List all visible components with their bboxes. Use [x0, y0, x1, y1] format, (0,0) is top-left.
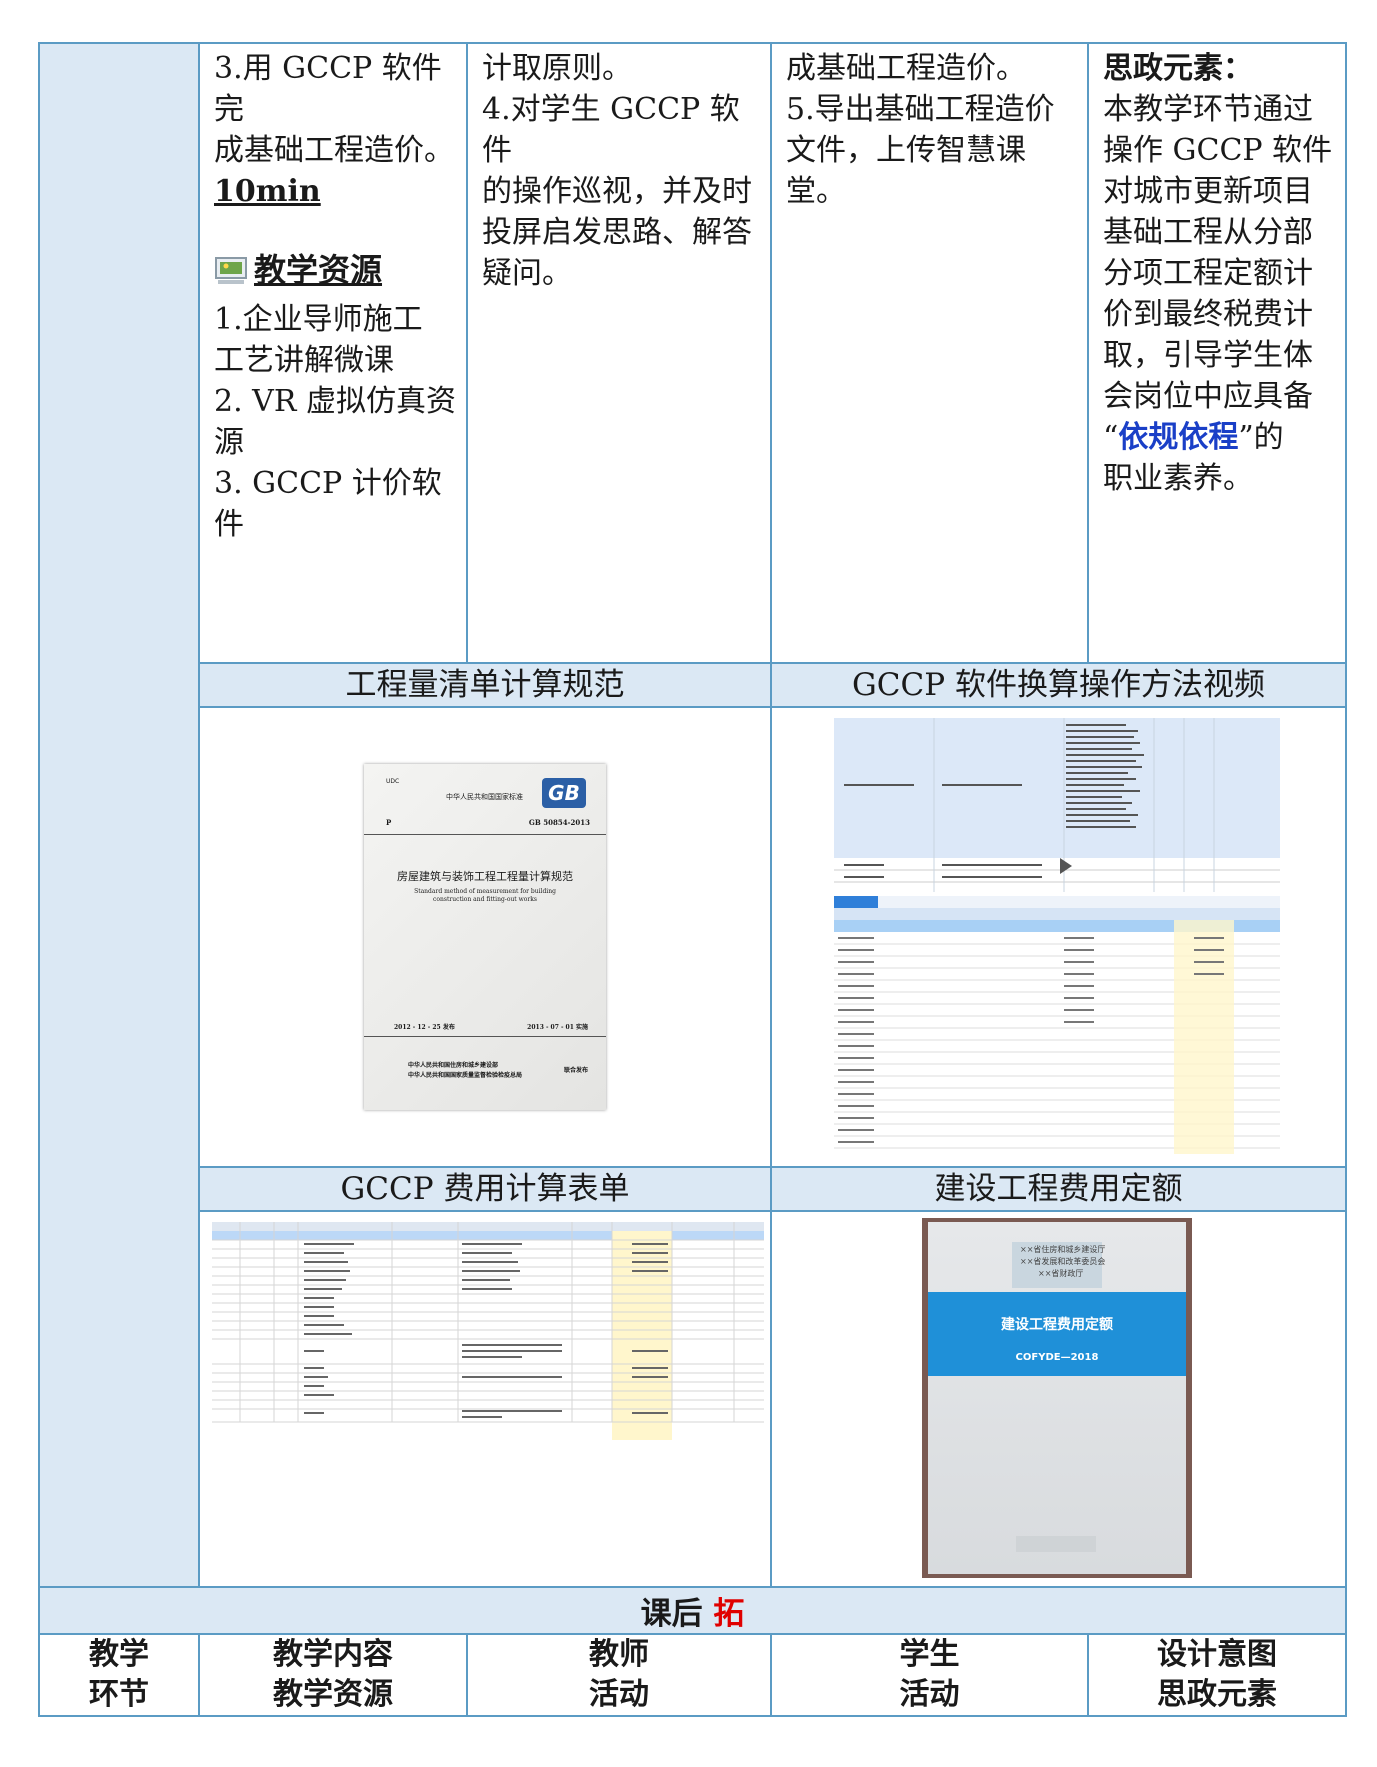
joint-release: 联合发布 — [563, 1067, 588, 1074]
content-cell: 3.用 GCCP 软件完 成基础工程造价。 10min 教学资源 1.企业导师施… — [198, 42, 468, 664]
quota-issuer-2: ××省发展和改革委员会 — [1020, 1257, 1106, 1266]
teacher-line: 疑问。 — [482, 256, 572, 291]
teacher-line: 计取原则。 — [482, 51, 632, 86]
lesson-plan-table: 3.用 GCCP 软件完 成基础工程造价。 10min 教学资源 1.企业导师施… — [38, 42, 1347, 1717]
implement-date: 2013 - 07 - 01 实施 — [527, 1024, 588, 1031]
student-line: 5.导出基础工程造价 — [786, 92, 1055, 127]
resource-line: 源 — [214, 425, 244, 460]
student-activity-cell: 成基础工程造价。 5.导出基础工程造价 文件，上传智慧课堂。 — [770, 42, 1089, 664]
gb-logo: GB — [542, 778, 586, 808]
standard-en1: Standard method of measurement for build… — [414, 888, 556, 895]
issuer-1: 中华人民共和国住房和城乡建设部 — [408, 1062, 499, 1069]
duration: 10min — [214, 174, 321, 209]
teacher-line: 投屏启发思路、解答 — [482, 215, 752, 250]
student-line: 成基础工程造价。 — [786, 51, 1026, 86]
design-line: 本教学环节通过 — [1103, 92, 1313, 127]
standard-org: 中华人民共和国国家标准 — [446, 793, 523, 801]
fee-table-image-cell — [198, 1210, 772, 1588]
caption-fee-quota: 建设工程费用定额 — [770, 1166, 1347, 1212]
design-line: 会岗位中应具备 — [1103, 379, 1313, 414]
publish-date: 2012 - 12 - 25 发布 — [394, 1024, 455, 1031]
design-line: 分项工程定额计 — [1103, 256, 1313, 291]
header-content: 教学内容 教学资源 — [198, 1633, 468, 1717]
gccp-software-screenshot — [834, 718, 1280, 1154]
udc-label: UDC — [386, 778, 400, 785]
design-intent-cell: 思政元素： 本教学环节通过 操作 GCCP 软件 对城市更新项目 基础工程从分部… — [1087, 42, 1347, 664]
standard-image-cell: UDC GB 中华人民共和国国家标准 P GB 50854-2013 房屋建筑与… — [198, 706, 772, 1168]
quota-issuer-1: ××省住房和城乡建设厅 — [1020, 1245, 1106, 1254]
header-student: 学生 活动 — [770, 1633, 1089, 1717]
design-line: 取，引导学生体 — [1103, 338, 1313, 373]
resource-icon — [215, 256, 247, 284]
resource-title: 教学资源 — [254, 251, 383, 289]
standard-p: P — [386, 818, 392, 827]
resource-heading: 教学资源 — [214, 250, 456, 291]
fee-quota-book-cover: ××省住房和城乡建设厅 ××省发展和改革委员会 ××省财政厅 建设工程费用定额 … — [922, 1218, 1192, 1578]
content-line: 3.用 GCCP 软件完 — [214, 51, 442, 127]
header-stage: 教学 环节 — [38, 1633, 200, 1717]
caption-video: GCCP 软件换算操作方法视频 — [770, 662, 1347, 708]
teacher-activity-cell: 计取原则。 4.对学生 GCCP 软件 的操作巡视，并及时 投屏启发思路、解答 … — [466, 42, 772, 664]
design-line: 对城市更新项目 — [1103, 174, 1313, 209]
header-teacher: 教师 活动 — [466, 1633, 772, 1717]
gccp-fee-table-screenshot — [212, 1222, 764, 1440]
standard-title: 房屋建筑与装饰工程工程量计算规范 — [397, 870, 573, 883]
teacher-line: 的操作巡视，并及时 — [482, 174, 752, 209]
caption-fee-table: GCCP 费用计算表单 — [198, 1166, 772, 1212]
caption-standard: 工程量清单计算规范 — [198, 662, 772, 708]
video-image-cell — [770, 706, 1347, 1168]
design-line: 价到最终税费计 — [1103, 297, 1313, 332]
design-line: 操作 GCCP 软件 — [1103, 133, 1333, 168]
header-design: 设计意图 思政元素 — [1087, 1633, 1347, 1717]
design-quote-line: “依规依程”的 — [1103, 420, 1284, 455]
quota-title: 建设工程费用定额 — [1001, 1317, 1113, 1333]
standard-en2: construction and fitting-out works — [433, 896, 537, 903]
quota-issuer-3: ××省财政厅 — [1038, 1269, 1084, 1278]
standard-book-cover: UDC GB 中华人民共和国国家标准 P GB 50854-2013 房屋建筑与… — [364, 764, 606, 1110]
quota-blue-band — [928, 1292, 1186, 1376]
resource-line: 1.企业导师施工 — [214, 302, 423, 337]
fee-quota-image-cell: ××省住房和城乡建设厅 ××省发展和改革委员会 ××省财政厅 建设工程费用定额 … — [770, 1210, 1347, 1588]
teacher-line: 4.对学生 GCCP 软件 — [482, 92, 740, 168]
quota-code: COFYDE—2018 — [1015, 1352, 1099, 1363]
standard-code: GB 50854-2013 — [528, 818, 590, 827]
design-title: 思政元素： — [1103, 51, 1253, 86]
issuer-2: 中华人民共和国国家质量监督检验检疫总局 — [408, 1072, 523, 1079]
student-line: 文件，上传智慧课堂。 — [786, 133, 1026, 209]
resource-line: 2. VR 虚拟仿真资 — [214, 384, 456, 419]
design-line: 职业素养。 — [1103, 461, 1253, 496]
quote-highlight: 依规依程 — [1118, 420, 1239, 455]
section-after-class: 课后 拓 — [38, 1586, 1347, 1635]
section-highlight: 拓 — [713, 1596, 745, 1632]
resource-line: 工艺讲解微课 — [214, 343, 394, 378]
stage-column — [38, 42, 200, 1588]
resource-line: 3. GCCP 计价软件 — [214, 466, 442, 542]
content-line: 成基础工程造价。 — [214, 133, 454, 168]
design-line: 基础工程从分部 — [1103, 215, 1313, 250]
